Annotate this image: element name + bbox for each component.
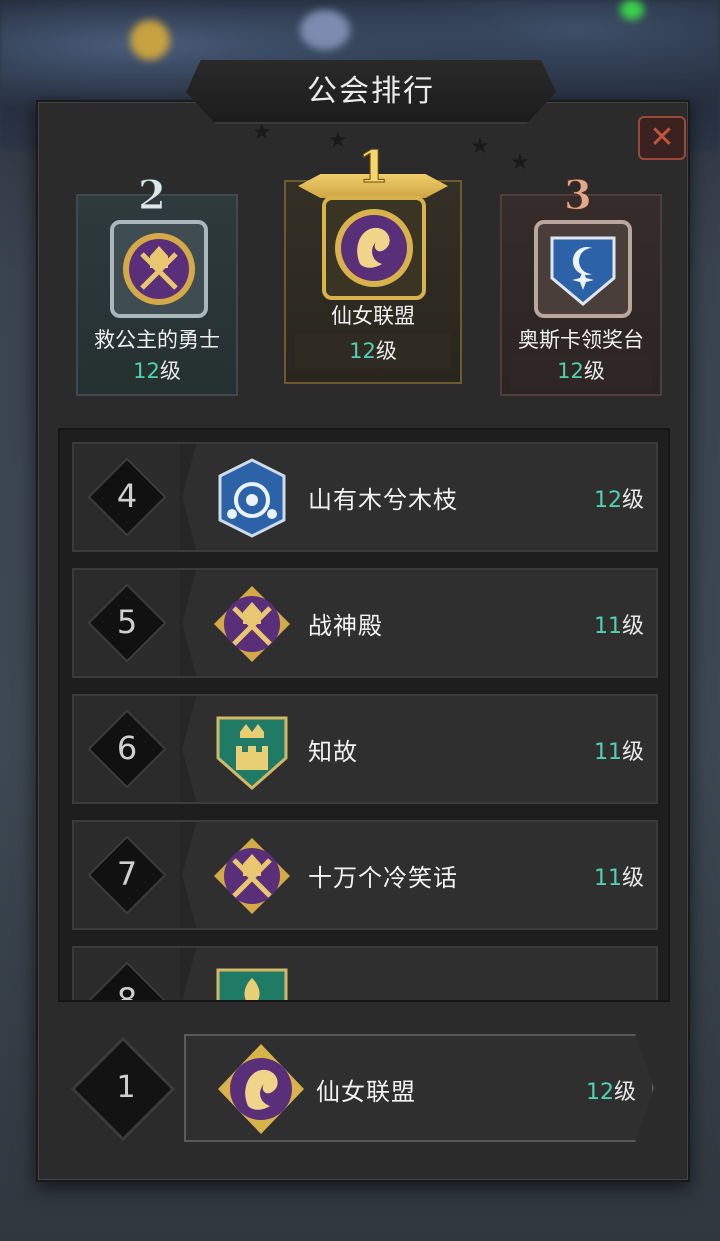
star-decoration-icon: ★ bbox=[252, 120, 272, 145]
level-number: 12 bbox=[593, 488, 622, 513]
emblem-frame bbox=[322, 196, 426, 300]
my-guild-name: 仙女联盟 bbox=[316, 1078, 416, 1106]
moon-star-emblem-icon bbox=[550, 236, 616, 306]
rank-cell: 6 bbox=[74, 696, 180, 802]
my-guild-rank-bar[interactable]: 1 仙女联盟 12级 bbox=[70, 1034, 654, 1144]
guild-level: 11级 bbox=[594, 608, 644, 640]
knight-axes-emblem-icon bbox=[214, 838, 290, 914]
emblem-frame bbox=[110, 220, 208, 318]
fairy-hair-emblem-icon bbox=[335, 209, 413, 287]
guild-emblem bbox=[210, 456, 294, 540]
podium-level: 12级 bbox=[509, 354, 653, 388]
level-number: 12 bbox=[349, 339, 376, 363]
podium-rank-3[interactable]: 3 奥斯卡领奖台 12级 bbox=[500, 172, 662, 396]
castle-crown-emblem-icon bbox=[216, 716, 288, 791]
rank-number: 1 bbox=[358, 142, 390, 194]
guild-emblem bbox=[210, 582, 294, 666]
rank-cell: 5 bbox=[74, 570, 180, 676]
rank-cell: 7 bbox=[74, 822, 180, 928]
rank-cell: 8 bbox=[74, 948, 180, 1002]
level-suffix: 级 bbox=[583, 359, 605, 383]
knight-axes-emblem-icon bbox=[123, 233, 195, 305]
level-suffix: 级 bbox=[375, 339, 397, 363]
star-decoration-icon: ★ bbox=[510, 150, 530, 175]
podium-guild-name: 救公主的勇士 bbox=[94, 328, 220, 352]
guild-name: 山有木兮木枝 bbox=[308, 486, 458, 514]
background-light bbox=[620, 0, 644, 20]
blue-swirl-emblem-icon bbox=[218, 458, 286, 538]
level-suffix: 级 bbox=[159, 359, 181, 383]
level-suffix: 级 bbox=[621, 740, 644, 765]
green-leaf-emblem-icon bbox=[216, 968, 288, 1000]
level-suffix: 级 bbox=[621, 488, 644, 513]
my-rank-number: 1 bbox=[116, 1070, 136, 1105]
rank-number: 8 bbox=[116, 981, 138, 1002]
guild-name: 知故 bbox=[308, 738, 358, 766]
emblem-frame bbox=[534, 220, 632, 318]
level-number: 12 bbox=[557, 359, 584, 383]
rank-number: 3 bbox=[564, 172, 593, 220]
rank-number: 4 bbox=[116, 477, 138, 515]
guild-level: 11级 bbox=[594, 860, 644, 892]
knight-axes-emblem-icon bbox=[214, 586, 290, 662]
list-item[interactable]: 6 知故 11级 bbox=[72, 694, 658, 804]
close-button[interactable]: ✕ bbox=[638, 116, 686, 160]
podium-guild-name: 奥斯卡领奖台 bbox=[518, 328, 644, 352]
ranking-list[interactable]: 4 山有木兮木枝 12级 5 战神殿 11级 6 知故 11级 7 十万个冷笑话… bbox=[58, 428, 670, 1002]
star-decoration-icon: ★ bbox=[328, 128, 348, 153]
background-light bbox=[300, 10, 350, 50]
rank-number: 6 bbox=[116, 729, 138, 767]
level-suffix: 级 bbox=[614, 1080, 637, 1105]
level-number: 11 bbox=[593, 740, 622, 765]
guild-emblem bbox=[210, 834, 294, 918]
list-item[interactable]: 4 山有木兮木枝 12级 bbox=[72, 442, 658, 552]
rank-cell: 4 bbox=[74, 444, 180, 550]
guild-level: 11级 bbox=[594, 734, 644, 766]
guild-emblem bbox=[210, 960, 294, 1000]
list-item[interactable]: 8 bbox=[72, 946, 658, 1002]
level-number: 12 bbox=[133, 359, 160, 383]
level-number: 11 bbox=[593, 866, 622, 891]
rank-number: 5 bbox=[116, 603, 138, 641]
list-item[interactable]: 5 战神殿 11级 bbox=[72, 568, 658, 678]
rank-number: 7 bbox=[116, 855, 138, 893]
star-decoration-icon: ★ bbox=[470, 134, 490, 159]
podium-guild-name: 仙女联盟 bbox=[331, 304, 415, 328]
guild-level: 12级 bbox=[594, 482, 644, 514]
rank-number: 2 bbox=[138, 172, 167, 220]
guild-emblem bbox=[210, 708, 294, 792]
podium-level: 12级 bbox=[294, 334, 452, 368]
guild-emblem bbox=[216, 1042, 306, 1136]
level-number: 12 bbox=[586, 1080, 614, 1105]
my-guild-level: 12级 bbox=[586, 1074, 636, 1106]
page-title: 公会排行 bbox=[307, 74, 435, 109]
guild-name: 十万个冷笑话 bbox=[308, 864, 458, 892]
guild-name: 战神殿 bbox=[308, 612, 383, 640]
podium-rank-2[interactable]: 2 救公主的勇士 12级 bbox=[76, 172, 238, 396]
fairy-hair-emblem-icon bbox=[218, 1044, 304, 1134]
background-light bbox=[130, 20, 170, 60]
list-item[interactable]: 7 十万个冷笑话 11级 bbox=[72, 820, 658, 930]
podium-rank-1[interactable]: 1 仙女联盟 12级 bbox=[284, 142, 462, 384]
podium-level: 12级 bbox=[85, 354, 229, 388]
level-suffix: 级 bbox=[621, 614, 644, 639]
level-number: 11 bbox=[593, 614, 622, 639]
close-icon: ✕ bbox=[649, 120, 675, 155]
level-suffix: 级 bbox=[621, 866, 644, 891]
